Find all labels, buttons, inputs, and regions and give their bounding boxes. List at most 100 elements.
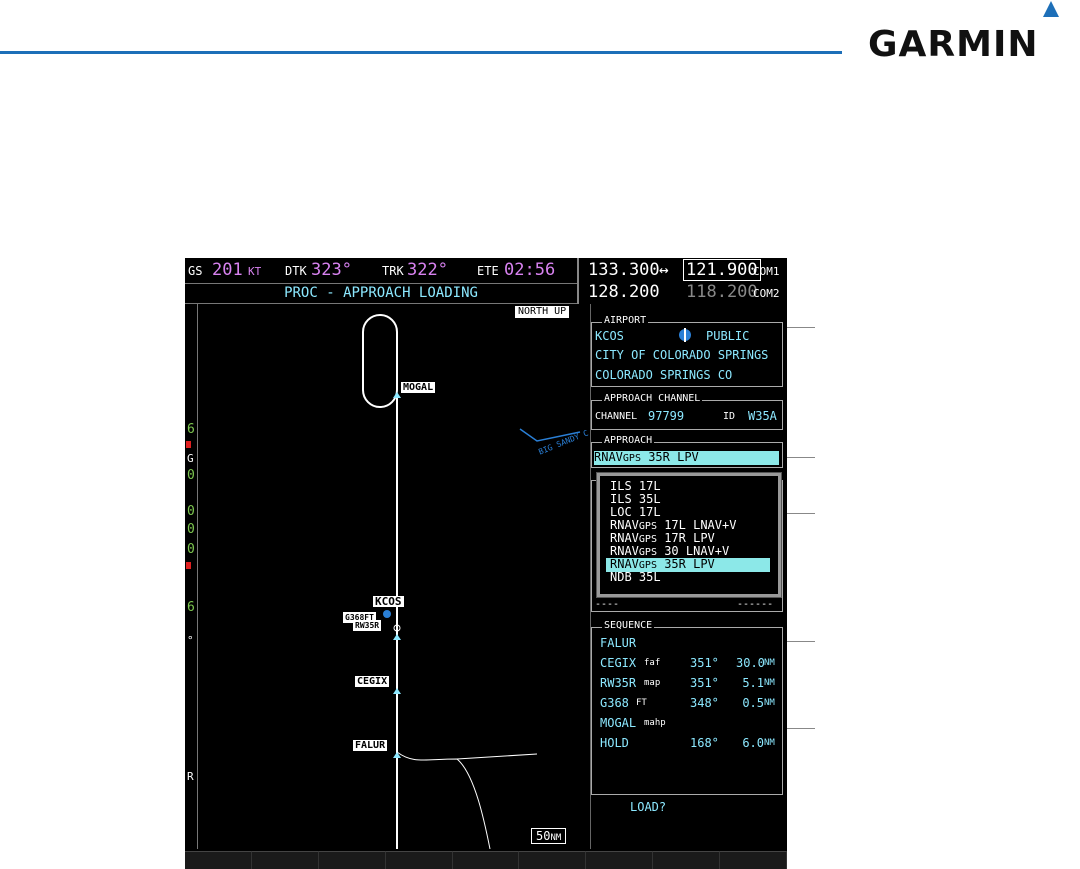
sequence-dist: 6.0: [742, 736, 764, 750]
approach-channel-title: APPROACH CHANNEL: [602, 393, 703, 405]
sequence-dist: 30.0: [736, 656, 765, 670]
approach-option-prefix: ILS 17L: [610, 479, 661, 493]
softkey[interactable]: [720, 851, 787, 869]
sequence-name: FALUR: [600, 636, 637, 650]
softkey[interactable]: [318, 851, 386, 869]
sequence-course: 168°: [690, 736, 719, 750]
swap-arrow-icon: ↔: [659, 260, 669, 279]
sequence-name: RW35R: [600, 676, 637, 690]
navigation-map[interactable]: NORTH UP BIG SANDY C MOGAL KCOS G368FT R…: [185, 304, 590, 849]
approach-option-sub: GPS: [638, 534, 657, 545]
sequence-name: MOGAL: [600, 716, 637, 730]
page-title-bar: PROC - APPROACH LOADING: [185, 284, 577, 304]
gs-value: 201: [212, 260, 243, 280]
map-graphics: [362, 314, 581, 849]
softkey[interactable]: [251, 851, 319, 869]
waypoint-rw35r: RW35R: [353, 620, 382, 631]
sequence-tag: faf: [644, 658, 661, 668]
airport-city: CITY OF COLORADO SPRINGS: [595, 348, 769, 362]
softkey-bar: [185, 851, 787, 869]
approach-option-rest: 35R LPV: [656, 557, 715, 571]
dtk-label: DTK: [285, 264, 307, 278]
nav-data-bar: GS 201 KT DTK 323° TRK 322° ETE 02:56: [185, 258, 577, 284]
id-value: W35A: [748, 409, 777, 423]
sequence-name: HOLD: [600, 736, 629, 750]
load-prompt[interactable]: LOAD?: [630, 800, 666, 814]
sequence-tag: map: [644, 678, 661, 688]
sequence-unit: NM: [764, 658, 775, 668]
sequence-name: CEGIX: [600, 656, 637, 670]
airport-icon: [679, 328, 691, 342]
map-range-value: 50: [536, 829, 551, 843]
com1-active[interactable]: 133.300: [588, 260, 660, 280]
header-rule: [0, 51, 842, 54]
approach-option-sub: GPS: [638, 547, 657, 558]
softkey[interactable]: [586, 851, 654, 869]
airport-id[interactable]: KCOS: [595, 329, 624, 343]
softkey[interactable]: [452, 851, 520, 869]
approach-option-prefix: RNAV: [610, 544, 639, 558]
approach-box: APPROACH RNAVGPS 35R LPV: [591, 435, 783, 468]
waypoint-cegix: CEGIX: [355, 676, 390, 687]
approach-channel-box: APPROACH CHANNEL CHANNEL 97799 ID W35A: [591, 393, 783, 430]
approach-option-prefix: RNAV: [610, 557, 639, 571]
approach-option-prefix: ILS 35L: [610, 492, 661, 506]
airport-type: PUBLIC: [706, 329, 750, 343]
map-orientation[interactable]: NORTH UP: [515, 306, 570, 318]
trk-value: 322°: [407, 260, 448, 280]
trk-label: TRK: [382, 264, 404, 278]
sequence-unit: NM: [764, 738, 775, 748]
softkey[interactable]: [385, 851, 453, 869]
airport-box: AIRPORT KCOS PUBLIC CITY OF COLORADO SPR…: [591, 315, 783, 387]
approach-option[interactable]: NDB 35L: [610, 571, 661, 585]
softkey[interactable]: [519, 851, 587, 869]
com2-label: COM2: [753, 287, 780, 300]
approach-rest: 35R LPV: [640, 450, 699, 464]
page-title: PROC - APPROACH LOADING: [284, 285, 478, 301]
airport-box-title: AIRPORT: [602, 315, 649, 327]
sequence-unit: NM: [764, 698, 775, 708]
approach-option-prefix: RNAV: [610, 531, 639, 545]
callout-leader-route: [787, 728, 815, 729]
approach-box-title: APPROACH: [602, 435, 655, 447]
approach-option-rest: 17L LNAV+V: [656, 518, 737, 532]
mfd-display: GS 201 KT DTK 323° TRK 322° ETE 02:56 PR…: [185, 258, 787, 869]
airport-location: COLORADO SPRINGS CO: [595, 368, 733, 382]
approach-option-prefix: RNAV: [610, 518, 639, 532]
callout-leader-airport: [787, 327, 815, 328]
ete-value: 02:56: [504, 260, 556, 280]
sequence-course: 348°: [690, 696, 719, 710]
softkey[interactable]: [185, 851, 252, 869]
sequence-tag: FT: [636, 698, 647, 708]
approach-option-rest: 17R LPV: [656, 531, 715, 545]
gs-unit: KT: [248, 265, 262, 278]
channel-label: CHANNEL: [595, 411, 638, 422]
approach-dropdown-list[interactable]: ILS 17L ILS 35L LOC 17L RNAVGPS 17L LNAV+V R…: [597, 473, 781, 597]
gs-label: GS: [188, 264, 203, 278]
dtk-value: 323°: [311, 260, 352, 280]
com2-active[interactable]: 128.200: [588, 282, 660, 302]
logo-triangle-icon: [1043, 1, 1059, 17]
approach-prefix: RNAV: [594, 450, 623, 464]
id-label: ID: [723, 411, 736, 422]
com2-standby[interactable]: 118.200: [686, 282, 758, 302]
approach-selected-field[interactable]: RNAVGPS 35R LPV: [594, 451, 779, 465]
approach-option-prefix: LOC 17L: [610, 505, 661, 519]
sequence-name: G368: [600, 696, 629, 710]
channel-value: 97799: [648, 409, 685, 423]
map-range[interactable]: 50NM: [531, 828, 567, 844]
waypoint-mogal: MOGAL: [401, 382, 436, 393]
brand-text: GARMIN: [868, 24, 1039, 65]
sequence-course: 351°: [690, 676, 719, 690]
approach-option-rest: 30 LNAV+V: [656, 544, 730, 558]
waypoint-kcos: KCOS: [373, 595, 404, 608]
softkey[interactable]: [653, 851, 721, 869]
sequence-dist: 5.1: [742, 676, 764, 690]
callout-leader-approach: [787, 457, 815, 458]
sequence-dist: 0.5: [742, 696, 764, 710]
sequence-course: 351°: [690, 656, 719, 670]
approach-option-sub: GPS: [638, 521, 657, 532]
transition-right-placeholder: ------: [737, 599, 774, 610]
sequence-box-title: SEQUENCE: [602, 620, 655, 632]
com1-standby[interactable]: 121.900: [683, 259, 761, 281]
